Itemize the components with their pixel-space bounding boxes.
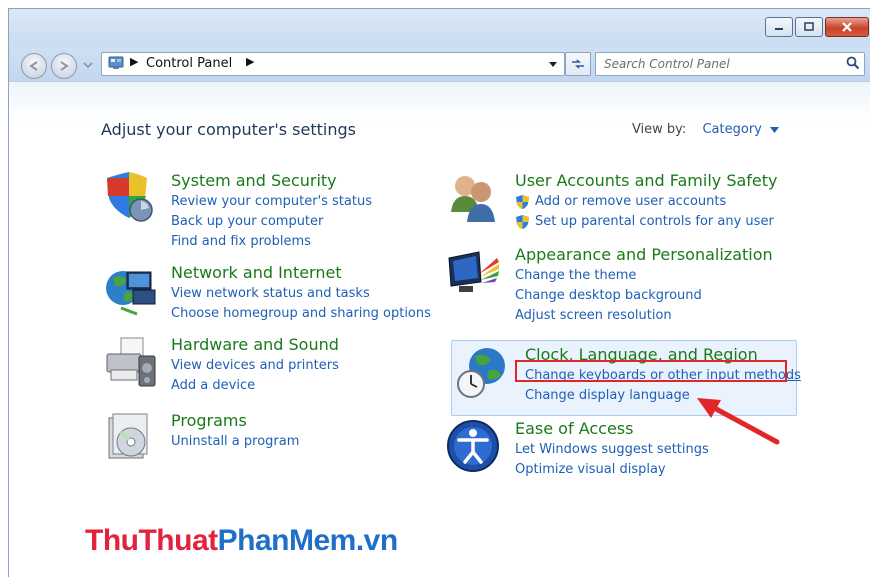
back-arrow-icon bbox=[29, 61, 38, 71]
window-controls bbox=[763, 17, 869, 37]
clock-globe-icon bbox=[457, 348, 505, 398]
category-text: User Accounts and Family Safety Add or r… bbox=[515, 170, 778, 232]
shield-security-icon bbox=[107, 172, 153, 222]
link-network-status[interactable]: View network status and tasks bbox=[171, 284, 431, 304]
category-title[interactable]: Programs bbox=[171, 410, 299, 432]
forward-button[interactable] bbox=[51, 53, 77, 79]
printer-icon bbox=[106, 337, 156, 387]
programs-disc-icon bbox=[108, 413, 148, 459]
back-button[interactable] bbox=[21, 53, 47, 79]
category-title[interactable]: Appearance and Personalization bbox=[515, 244, 773, 266]
link-devices-printers[interactable]: View devices and printers bbox=[171, 356, 339, 376]
navigation-bar: ▶ Control Panel ▶ bbox=[9, 47, 870, 81]
category-system-security: System and Security Review your computer… bbox=[101, 170, 431, 250]
recent-pages-dropdown-icon[interactable] bbox=[83, 61, 93, 69]
link-add-device[interactable]: Add a device bbox=[171, 376, 339, 396]
category-title[interactable]: Network and Internet bbox=[171, 262, 431, 284]
close-button[interactable] bbox=[825, 17, 869, 37]
category-title[interactable]: System and Security bbox=[171, 170, 372, 192]
search-input[interactable] bbox=[602, 55, 836, 73]
category-ease-of-access: Ease of Access Let Windows suggest setti… bbox=[445, 418, 795, 478]
link-homegroup[interactable]: Choose homegroup and sharing options bbox=[171, 304, 431, 324]
view-by-chevron-icon bbox=[770, 127, 779, 133]
link-review-status[interactable]: Review your computer's status bbox=[171, 192, 372, 212]
link-parental-controls[interactable]: Set up parental controls for any user bbox=[515, 212, 778, 232]
view-by: View by: Category bbox=[632, 122, 779, 137]
category-programs: Programs Uninstall a program bbox=[101, 410, 431, 470]
control-panel-icon bbox=[108, 56, 124, 69]
link-back-up[interactable]: Back up your computer bbox=[171, 212, 372, 232]
ease-of-access-icon bbox=[447, 420, 499, 472]
users-icon bbox=[451, 176, 495, 222]
link-find-fix[interactable]: Find and fix problems bbox=[171, 232, 372, 252]
category-network-internet: Network and Internet View network status… bbox=[101, 262, 441, 326]
category-user-accounts: User Accounts and Family Safety Add or r… bbox=[445, 170, 795, 234]
breadcrumb-separator-icon: ▶ bbox=[130, 55, 139, 68]
main-content: Adjust your computer's settings View by:… bbox=[9, 81, 870, 578]
watermark: ThuThuatPhanMem.vn bbox=[85, 524, 398, 558]
link-text: Add or remove user accounts bbox=[535, 194, 727, 209]
search-icon[interactable] bbox=[846, 56, 860, 70]
close-icon bbox=[826, 18, 868, 36]
view-by-dropdown[interactable]: Category bbox=[702, 122, 779, 137]
forward-arrow-icon bbox=[60, 61, 69, 71]
link-text: Set up parental controls for any user bbox=[535, 214, 774, 229]
link-change-theme[interactable]: Change the theme bbox=[515, 266, 773, 286]
category-title[interactable]: User Accounts and Family Safety bbox=[515, 170, 778, 192]
title-bar[interactable] bbox=[9, 9, 870, 47]
network-globe-icon bbox=[106, 271, 156, 316]
annotation-highlight-box bbox=[515, 360, 787, 382]
minimize-icon bbox=[766, 18, 792, 36]
category-text: Programs Uninstall a program bbox=[171, 410, 299, 452]
category-text: Network and Internet View network status… bbox=[171, 262, 431, 324]
breadcrumb-control-panel[interactable]: Control Panel bbox=[146, 56, 232, 71]
control-panel-window: ▶ Control Panel ▶ Adjust your computer's… bbox=[8, 8, 870, 578]
category-title[interactable]: Ease of Access bbox=[515, 418, 709, 440]
category-title[interactable]: Hardware and Sound bbox=[171, 334, 339, 356]
watermark-part2: PhanMem.vn bbox=[217, 524, 399, 557]
uac-shield-icon bbox=[516, 215, 529, 229]
page-title: Adjust your computer's settings bbox=[101, 120, 356, 139]
maximize-icon bbox=[796, 18, 822, 36]
category-hardware-sound: Hardware and Sound View devices and prin… bbox=[101, 334, 431, 398]
link-optimize-display[interactable]: Optimize visual display bbox=[515, 460, 709, 480]
view-by-label: View by: bbox=[631, 122, 687, 137]
minimize-button[interactable] bbox=[765, 17, 793, 37]
category-appearance: Appearance and Personalization Change th… bbox=[445, 244, 795, 328]
category-text: Hardware and Sound View devices and prin… bbox=[171, 334, 339, 396]
category-text: Ease of Access Let Windows suggest setti… bbox=[515, 418, 709, 480]
search-box[interactable] bbox=[595, 52, 865, 76]
link-uninstall[interactable]: Uninstall a program bbox=[171, 432, 299, 452]
refresh-button[interactable] bbox=[565, 52, 591, 76]
address-bar[interactable]: ▶ Control Panel ▶ bbox=[101, 52, 565, 76]
link-screen-resolution[interactable]: Adjust screen resolution bbox=[515, 306, 773, 326]
link-suggest-settings[interactable]: Let Windows suggest settings bbox=[515, 440, 709, 460]
watermark-part1: ThuThuat bbox=[85, 524, 218, 557]
uac-shield-icon bbox=[516, 195, 529, 209]
refresh-icon bbox=[572, 59, 584, 69]
maximize-button[interactable] bbox=[795, 17, 823, 37]
link-desktop-background[interactable]: Change desktop background bbox=[515, 286, 773, 306]
link-add-remove-users[interactable]: Add or remove user accounts bbox=[515, 192, 778, 212]
monitor-paint-icon bbox=[448, 251, 499, 292]
category-text: System and Security Review your computer… bbox=[171, 170, 372, 252]
breadcrumb-chevron-icon[interactable]: ▶ bbox=[246, 55, 254, 68]
category-text: Appearance and Personalization Change th… bbox=[515, 244, 773, 326]
view-by-value: Category bbox=[702, 122, 762, 137]
address-dropdown-icon[interactable] bbox=[548, 61, 558, 68]
